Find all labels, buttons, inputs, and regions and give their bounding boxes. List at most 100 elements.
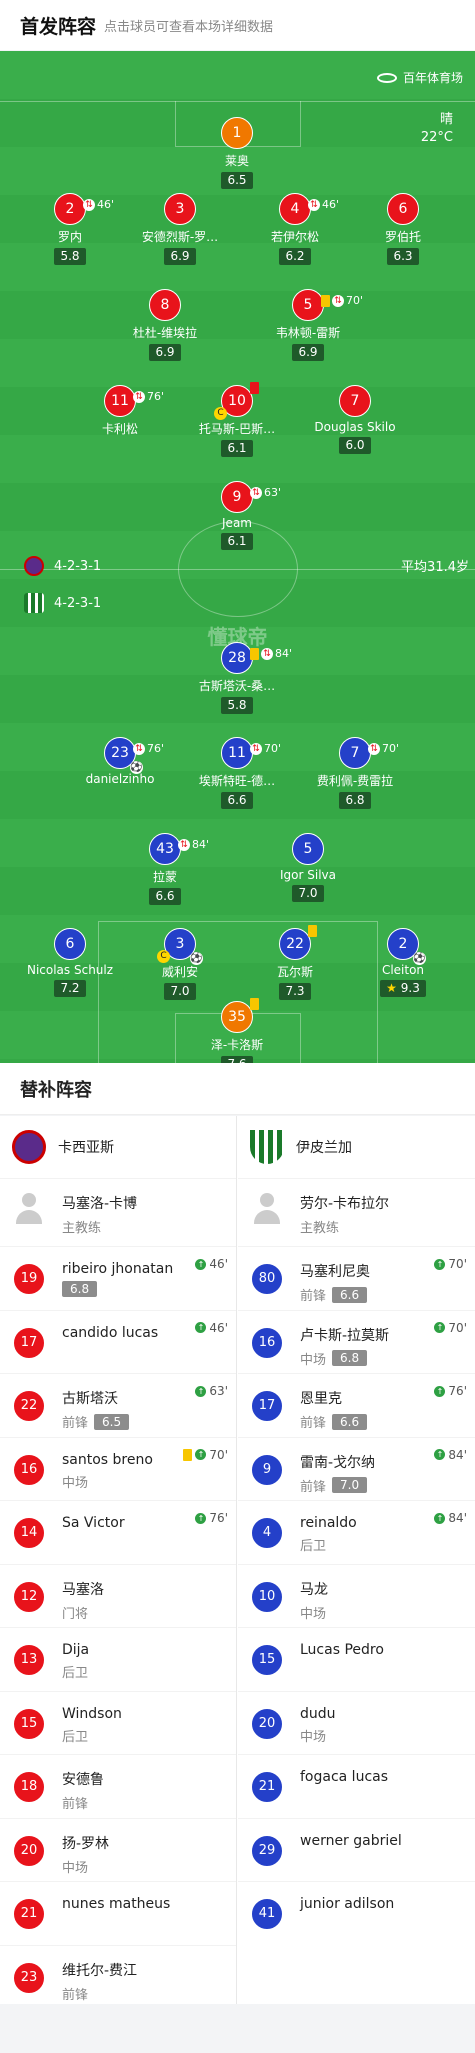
player-events: ⇅ 70'	[250, 734, 281, 764]
home-player[interactable]: 4 ⇅ 46' 若伊尔松 6.2	[240, 193, 350, 265]
player-name: 罗内	[57, 230, 82, 244]
player-number: 11 ⇅ 76'	[104, 385, 164, 417]
home-player[interactable]: 11 ⇅ 76' 卡利松	[65, 385, 175, 437]
substitution-in-icon: ↑	[195, 1322, 207, 1333]
home-player[interactable]: 5 ⇅ 70' 韦林顿-雷斯 6.9	[253, 289, 363, 361]
page-subtitle: 点击球员可查看本场详细数据	[104, 19, 274, 35]
sub-player-row[interactable]: 21 fogaca lucas	[238, 1754, 475, 1818]
sub-position: 中场	[62, 1475, 89, 1491]
sub-number: 41	[251, 1898, 283, 1930]
sub-player-row[interactable]: 16 卢卡斯-拉莫斯 中场 6.8 ↑ 70'	[238, 1309, 475, 1374]
player-name: 安德烈斯-罗…	[141, 230, 219, 244]
home-player[interactable]: 10 C 托马斯-巴斯… 6.1	[182, 382, 292, 457]
away-player[interactable]: 35 泽-卡洛斯 7.6	[182, 998, 292, 1063]
home-coach[interactable]: 马塞洛-卡博 主教练	[0, 1178, 236, 1246]
away-player[interactable]: 43 ⇅ 84' 拉蒙 6.6	[110, 833, 220, 905]
home-formation: 4-2-3-1	[24, 556, 101, 576]
player-rating: 5.8	[221, 697, 253, 714]
substitution-icon: ⇅	[308, 199, 320, 211]
sub-position: 前锋	[62, 1416, 89, 1431]
substitution-in-icon: ↑	[434, 1385, 446, 1397]
away-player[interactable]: 22 瓦尔斯 7.3	[240, 925, 350, 1000]
away-player[interactable]: 23 ⇅ 76' ⚽ danielzinho	[65, 737, 175, 786]
sub-player-row[interactable]: 10 马龙 中场	[238, 1563, 475, 1628]
captain-badge: C	[214, 407, 227, 420]
home-player[interactable]: 3 安德烈斯-罗… 6.9	[125, 193, 235, 265]
sub-event: ↑ 70'	[434, 1321, 467, 1335]
sub-position: 后卫	[300, 1539, 327, 1554]
red-card-icon	[250, 382, 259, 394]
player-number: 10 C	[214, 382, 259, 420]
home-player[interactable]: 7 Douglas Skilo 6.0	[300, 385, 410, 454]
sub-rating: 6.8	[332, 1350, 368, 1366]
sub-name: Windson	[62, 1705, 122, 1722]
sub-player-row[interactable]: 13 Dija 后卫	[0, 1627, 236, 1691]
away-player[interactable]: 2 ⚽ Cleiton ★ 9.3	[348, 928, 458, 997]
sub-player-row[interactable]: 29 werner gabriel	[238, 1817, 475, 1882]
away-player[interactable]: 3 C ⚽ 威利安 7.0	[125, 928, 235, 1000]
sub-number: 19	[13, 1263, 45, 1295]
player-rating: 6.5	[221, 172, 253, 189]
lineup-header: 首发阵容 点击球员可查看本场详细数据	[0, 0, 475, 50]
player-number: 7 ⇅ 70'	[339, 737, 399, 769]
sub-player-row[interactable]: 18 安德鲁 前锋	[0, 1754, 236, 1818]
player-number: 5 ⇅ 70'	[292, 289, 363, 321]
away-coach[interactable]: 劳尔-卡布拉尔 主教练	[238, 1178, 475, 1246]
sub-player-row[interactable]: 41 junior adilson	[238, 1881, 475, 1945]
substitution-in-icon: ↑	[195, 1258, 207, 1270]
away-player[interactable]: 11 ⇅ 70' 埃斯特旺-德… 6.6	[182, 737, 292, 809]
yellow-card-icon	[183, 1448, 193, 1461]
away-team-row[interactable]: 伊皮兰加	[238, 1116, 475, 1178]
sub-meta: 中场 6.8	[300, 1349, 475, 1368]
sub-event: ↑ 46'	[195, 1321, 228, 1335]
sub-player-row[interactable]: 17 candido lucas ↑ 46'	[0, 1309, 236, 1374]
player-rating: 5.8	[54, 248, 86, 265]
player-events	[250, 998, 259, 1010]
cruzeiro-crest-icon	[12, 1130, 46, 1164]
away-player[interactable]: 7 ⇅ 70' 费利佩-费雷拉 6.8	[300, 737, 410, 809]
sub-player-row[interactable]: 22 古斯塔沃 前锋 6.5 ↑ 63'	[0, 1373, 236, 1437]
yellow-card-icon	[308, 925, 317, 937]
captain-badge: C	[157, 950, 170, 963]
sub-player-row[interactable]: 21 nunes matheus	[0, 1881, 236, 1945]
sub-player-row[interactable]: 19 ribeiro jhonatan 6.8 ↑ 46'	[0, 1246, 236, 1310]
sub-player-row[interactable]: 20 扬-罗林 中场	[0, 1817, 236, 1882]
player-name: 莱奥	[224, 154, 249, 168]
sub-event: ↑ 76'	[434, 1384, 467, 1398]
sub-player-row[interactable]: 9 雷南-戈尔纳 前锋 7.0 ↑ 84'	[238, 1436, 475, 1501]
home-player[interactable]: 9 ⇅ 63' Jeam 6.1	[182, 481, 292, 550]
tombense-crest-icon	[24, 593, 44, 613]
sub-player-row[interactable]: 16 santos breno 中场 ↑ 70'	[0, 1436, 236, 1501]
page-title: 首发阵容	[20, 15, 97, 38]
away-player[interactable]: 6 Nicolas Schulz 7.2	[15, 928, 125, 997]
player-events	[250, 382, 259, 394]
sub-player-row[interactable]: 14 Sa Victor ↑ 76'	[0, 1500, 236, 1564]
home-player[interactable]: 2 ⇅ 46' 罗内 5.8	[15, 193, 125, 265]
player-name: danielzinho	[85, 772, 155, 786]
sub-player-row[interactable]: 4 reinaldo 后卫 ↑ 84'	[238, 1500, 475, 1564]
sub-number: 21	[251, 1771, 283, 1803]
sub-player-row[interactable]: 17 恩里克 前锋 6.6 ↑ 76'	[238, 1373, 475, 1437]
sub-player-row[interactable]: 23 维托尔-费江 前锋	[0, 1944, 236, 2009]
player-number: 3 C ⚽	[157, 928, 203, 965]
player-rating: 6.6	[149, 888, 181, 905]
sub-player-row[interactable]: 20 dudu 中场	[238, 1690, 475, 1755]
sub-number: 13	[13, 1644, 45, 1676]
away-player[interactable]: 5 Igor Silva 7.0	[253, 833, 363, 902]
sub-meta: 中场	[62, 1857, 236, 1876]
sub-rating: 6.8	[62, 1281, 98, 1297]
home-player[interactable]: 1 莱奥 6.5	[182, 117, 292, 189]
sub-player-row[interactable]: 15 Windson 后卫	[0, 1690, 236, 1755]
sub-player-row[interactable]: 12 马塞洛 门将	[0, 1563, 236, 1628]
player-number: 9 ⇅ 63'	[221, 481, 281, 513]
home-team-row[interactable]: 卡西亚斯	[0, 1116, 236, 1178]
sub-player-row[interactable]: 15 Lucas Pedro	[238, 1627, 475, 1691]
sub-position: 前锋	[62, 1987, 89, 2003]
player-number: 7	[339, 385, 371, 417]
sub-player-row[interactable]: 80 马塞利尼奥 前锋 6.6 ↑ 70'	[238, 1246, 475, 1310]
player-rating: 6.3	[387, 248, 419, 265]
home-player[interactable]: 6 罗伯托 6.3	[348, 193, 458, 265]
away-player[interactable]: 28 ⇅ 84' 古斯塔沃-桑… 5.8	[182, 642, 292, 714]
cruzeiro-crest-icon	[24, 556, 44, 576]
home-player[interactable]: 8 杜杜-维埃拉 6.9	[110, 289, 220, 361]
